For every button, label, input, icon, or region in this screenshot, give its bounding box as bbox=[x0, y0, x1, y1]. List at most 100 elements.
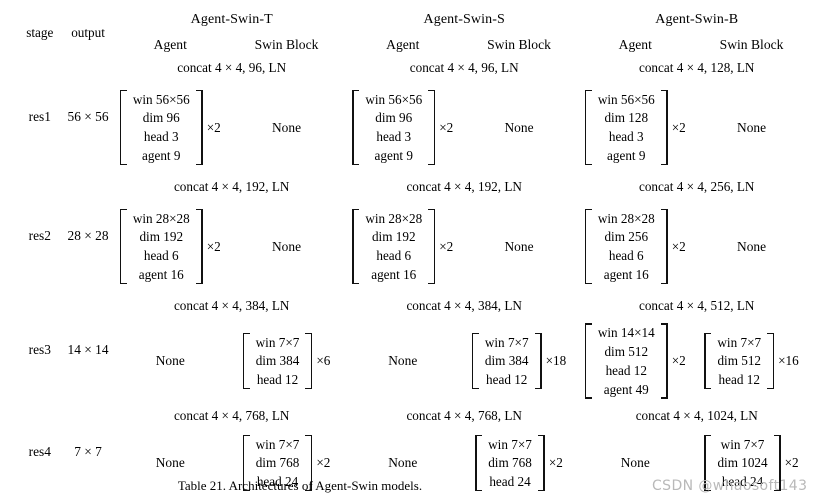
agent-res2-agent-swin-t-repeat: ×2 bbox=[206, 238, 221, 254]
swin-cell-res2-agent-swin-s: None bbox=[458, 198, 581, 295]
stage-cell-res1: res1 bbox=[28, 108, 51, 124]
right-bracket-icon bbox=[195, 208, 203, 285]
matrix-line: agent 16 bbox=[371, 267, 417, 283]
agent-cell-res3-agent-swin-s: None bbox=[348, 317, 458, 405]
matrix-line: agent 9 bbox=[142, 148, 181, 164]
swin-res3-agent-swin-s-lines: win 7×7 dim 384 head 12 bbox=[479, 333, 535, 390]
agent-res2-agent-swin-b-lines: win 28×28 dim 256 head 6 agent 16 bbox=[592, 209, 661, 285]
agent-res1-agent-swin-b-matrix: win 56×56 dim 128 head 3 agent 9 ×2 bbox=[580, 89, 690, 166]
left-bracket-icon bbox=[584, 208, 592, 285]
matrix-line: win 7×7 bbox=[720, 436, 765, 452]
agent-res2-agent-swin-t-lines: win 28×28 dim 192 head 6 agent 16 bbox=[127, 209, 196, 285]
swin-cell-res1-agent-swin-s: None bbox=[458, 79, 581, 176]
agent-cell-res3-agent-swin-t: None bbox=[115, 317, 225, 405]
none-label: None bbox=[155, 353, 185, 369]
agent-res1-agent-swin-t-lines: win 56×56 dim 96 head 3 agent 9 bbox=[127, 90, 196, 166]
agent-cell-res1-agent-swin-s: win 56×56 dim 96 head 3 agent 9 ×2 bbox=[348, 79, 458, 176]
concat-row-res4: res4 7 × 7 concat 4 × 4, 768, LN concat 4 ×… bbox=[19, 405, 813, 459]
left-bracket-icon bbox=[352, 208, 360, 285]
concat-row-res1: res1 56 × 56 concat 4 × 4, 96, LN concat 4 … bbox=[19, 57, 813, 123]
agent-res2-agent-swin-s-bracket-group: win 28×28 dim 192 head 6 agent 16 bbox=[352, 208, 436, 285]
concat-cell-res4-agent-swin-s: concat 4 × 4, 768, LN bbox=[406, 408, 522, 424]
matrix-line: dim 512 bbox=[604, 343, 649, 359]
concat-cell-res1-agent-swin-t: concat 4 × 4, 96, LN bbox=[177, 60, 287, 76]
none-label: None bbox=[155, 455, 185, 471]
right-bracket-icon bbox=[660, 89, 668, 166]
swin-res4-agent-swin-s-repeat: ×2 bbox=[548, 455, 563, 471]
header-sub-agent-s: Agent bbox=[386, 37, 420, 53]
right-bracket-icon bbox=[428, 208, 436, 285]
stage-cell-res2: res2 bbox=[28, 227, 51, 243]
matrix-line: agent 9 bbox=[374, 148, 413, 164]
table-header-models: stage output Agent-Swin-T Agent-Swin-S A… bbox=[19, 8, 813, 39]
left-bracket-icon bbox=[119, 208, 127, 285]
concat-cell-res4-agent-swin-t: concat 4 × 4, 768, LN bbox=[173, 408, 290, 424]
matrix-line: win 7×7 bbox=[484, 334, 529, 350]
agent-res1-agent-swin-b-bracket-group: win 56×56 dim 128 head 3 agent 9 bbox=[584, 89, 668, 166]
matrix-line: win 14×14 bbox=[597, 325, 655, 341]
header-sub-swin-t: Swin Block bbox=[254, 37, 319, 53]
agent-cell-res2-agent-swin-t: win 28×28 dim 192 head 6 agent 16 ×2 bbox=[115, 198, 225, 295]
swin-res3-agent-swin-s-bracket-group: win 7×7 dim 384 head 12 bbox=[471, 332, 542, 390]
concat-cell-res2-agent-swin-s: concat 4 × 4, 192, LN bbox=[406, 179, 522, 195]
header-model-agent-swin-t: Agent-Swin-T bbox=[190, 12, 273, 28]
agent-res1-agent-swin-s-repeat: ×2 bbox=[439, 119, 454, 135]
matrix-line: agent 9 bbox=[607, 148, 646, 164]
concat-cell-res2-agent-swin-t: concat 4 × 4, 192, LN bbox=[173, 179, 290, 195]
matrix-line: dim 768 bbox=[255, 455, 300, 471]
matrix-line: head 12 bbox=[718, 372, 760, 388]
output-cell-res1: 56 × 56 bbox=[67, 108, 109, 124]
matrix-line: win 28×28 bbox=[365, 210, 423, 226]
matrix-line: head 12 bbox=[256, 372, 299, 388]
none-label: None bbox=[272, 238, 302, 254]
none-label: None bbox=[737, 238, 767, 254]
right-bracket-icon bbox=[660, 323, 668, 399]
swin-cell-res3-agent-swin-t: win 7×7 dim 384 head 12 ×6 bbox=[225, 317, 348, 405]
right-bracket-icon bbox=[534, 332, 542, 390]
header-sub-swin-b: Swin Block bbox=[719, 37, 784, 53]
left-bracket-icon bbox=[704, 332, 712, 390]
block-row-res2: win 28×28 dim 192 head 6 agent 16 ×2 None win … bbox=[19, 198, 813, 295]
matrix-line: dim 384 bbox=[255, 353, 300, 369]
concat-cell-res3-agent-swin-s: concat 4 × 4, 384, LN bbox=[406, 298, 522, 314]
matrix-line: win 56×56 bbox=[597, 91, 655, 107]
swin-res3-agent-swin-b-lines: win 7×7 dim 512 head 12 bbox=[711, 333, 767, 390]
agent-res2-agent-swin-s-lines: win 28×28 dim 192 head 6 agent 16 bbox=[359, 209, 428, 285]
matrix-line: win 7×7 bbox=[255, 334, 300, 350]
right-bracket-icon bbox=[305, 332, 313, 390]
swin-cell-res1-agent-swin-t: None bbox=[225, 79, 348, 176]
right-bracket-icon bbox=[767, 332, 775, 390]
left-bracket-icon bbox=[352, 89, 360, 166]
concat-cell-res3-agent-swin-t: concat 4 × 4, 384, LN bbox=[173, 298, 290, 314]
swin-res4-agent-swin-b-repeat: ×2 bbox=[784, 455, 799, 471]
swin-cell-res1-agent-swin-b: None bbox=[690, 79, 813, 176]
none-label: None bbox=[504, 119, 534, 135]
matrix-line: agent 49 bbox=[603, 381, 649, 397]
matrix-line: win 28×28 bbox=[597, 210, 655, 226]
agent-res3-agent-swin-b-matrix: win 14×14 dim 512 head 12 agent 49 ×2 bbox=[580, 323, 690, 399]
header-sub-agent-b: Agent bbox=[618, 37, 652, 53]
table-caption: Table 21. Architectures of Agent-Swin mo… bbox=[177, 478, 423, 493]
agent-res1-agent-swin-t-matrix: win 56×56 dim 96 head 3 agent 9 ×2 bbox=[115, 89, 225, 166]
agent-res2-agent-swin-t-matrix: win 28×28 dim 192 head 6 agent 16 ×2 bbox=[115, 208, 225, 285]
swin-res3-agent-swin-b-repeat: ×16 bbox=[778, 353, 799, 369]
none-label: None bbox=[388, 353, 418, 369]
right-bracket-icon bbox=[428, 89, 436, 166]
figure-page: stage output Agent-Swin-T Agent-Swin-S A… bbox=[0, 0, 833, 501]
table-header-columns: Agent Swin Block Agent Swin Block Agent … bbox=[19, 33, 813, 57]
matrix-line: head 12 bbox=[605, 362, 647, 378]
header-model-agent-swin-b: Agent-Swin-B bbox=[655, 12, 739, 28]
header-sub-agent-t: Agent bbox=[153, 37, 187, 53]
matrix-line: head 6 bbox=[376, 248, 412, 264]
matrix-line: head 3 bbox=[608, 129, 644, 145]
matrix-line: dim 128 bbox=[604, 110, 649, 126]
swin-res4-agent-swin-t-repeat: ×2 bbox=[316, 455, 331, 471]
block-row-res1: win 56×56 dim 96 head 3 agent 9 ×2 None win 56… bbox=[19, 79, 813, 176]
agent-res2-agent-swin-t-bracket-group: win 28×28 dim 192 head 6 agent 16 bbox=[119, 208, 203, 285]
right-bracket-icon bbox=[195, 89, 203, 166]
left-bracket-icon bbox=[584, 89, 592, 166]
none-label: None bbox=[620, 455, 650, 471]
swin-res3-agent-swin-t-bracket-group: win 7×7 dim 384 head 12 bbox=[242, 332, 313, 390]
matrix-line: dim 512 bbox=[717, 353, 762, 369]
matrix-line: win 7×7 bbox=[488, 436, 532, 452]
